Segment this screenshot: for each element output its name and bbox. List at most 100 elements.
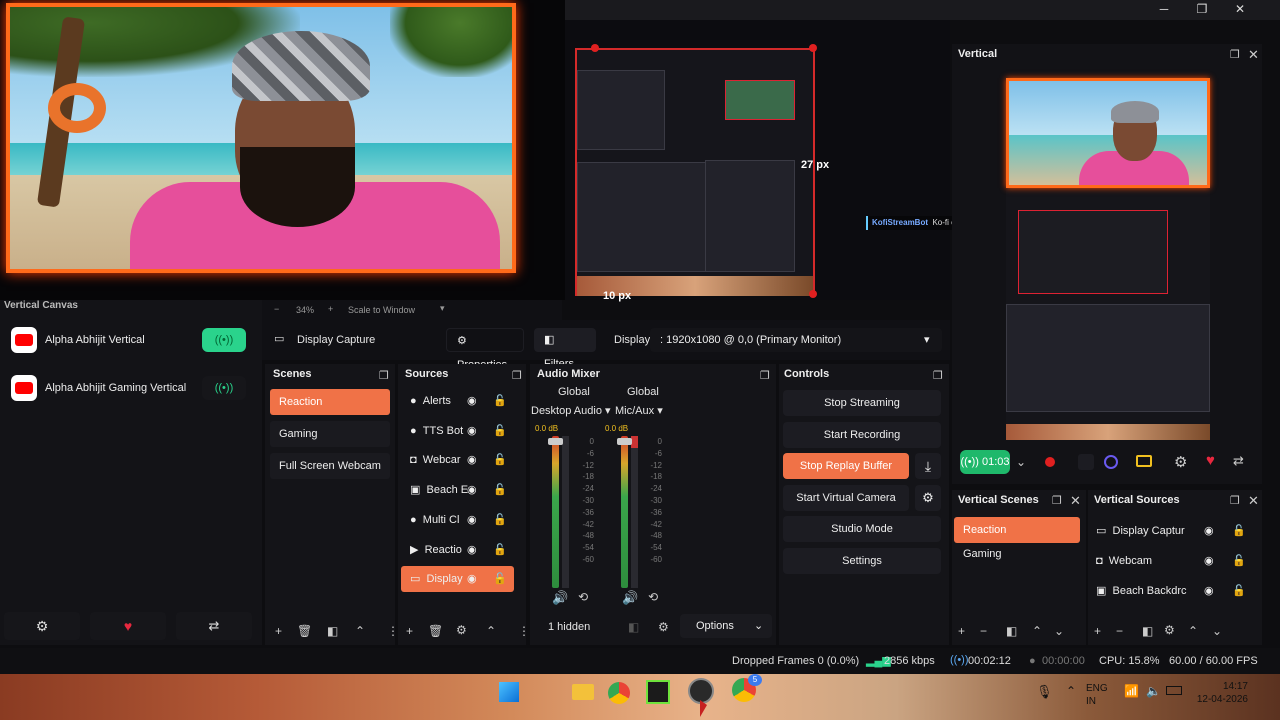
hidden-count[interactable]: 1 hidden [548,621,590,633]
eye-icon[interactable]: ◉ [467,477,477,503]
eye-icon[interactable]: ◉ [467,447,477,473]
chevron-down-icon[interactable]: ⌄ [1054,624,1064,638]
options-button[interactable]: Options ⌄ [680,614,772,638]
source-item[interactable]: ● Alerts ◉ 🔓 [401,388,514,414]
source-item[interactable]: ● Multi Cl ◉ 🔓 [401,507,514,533]
speaker-icon[interactable]: 🔊 [622,590,638,606]
lock-icon[interactable]: 🔓 [493,477,507,503]
add-icon[interactable]: + [275,624,282,638]
heart-icon[interactable]: ♥ [1206,452,1215,469]
eye-icon[interactable]: ◉ [467,507,477,533]
scene-item-gaming[interactable]: Gaming [270,421,390,447]
undock-icon[interactable]: ❐ [512,369,522,382]
lock-icon[interactable]: 🔓 [493,447,507,473]
gear-icon[interactable]: ⚙ [1164,623,1175,637]
restore-button[interactable]: ❐ [1183,0,1221,20]
stop-replay-buffer-button[interactable]: Stop Replay Buffer [783,453,909,479]
vertical-source-item[interactable]: ▭ Display Captur ◉ 🔓 [1096,518,1256,544]
windows-start-icon[interactable] [499,682,519,702]
record-icon[interactable] [1045,457,1055,467]
chevron-down-icon[interactable]: ⌄ [1016,455,1026,469]
properties-button[interactable]: ⚙ Properties [446,328,524,371]
monitor-icon[interactable]: ⟲ [648,590,658,604]
remove-icon[interactable]: − [1116,624,1123,638]
chrome-icon[interactable] [608,682,630,704]
lock-icon[interactable]: 🔓 [493,507,507,533]
close-button[interactable]: ✕ [1221,0,1259,20]
filters-button[interactable]: ◧ Filters [534,328,596,370]
channel-select[interactable]: Desktop Audio ▾ [531,404,611,417]
undock-icon[interactable]: ❐ [379,369,389,382]
add-icon[interactable]: + [406,624,413,638]
start-virtual-camera-button[interactable]: Start Virtual Camera [783,485,909,511]
advanced-icon[interactable]: ⚙ [658,620,669,634]
zoom-in-button[interactable]: + [328,304,333,314]
vertical-source-item[interactable]: ◘ Webcam ◉ 🔓 [1096,548,1256,574]
undock-icon[interactable]: ❐ [933,369,943,382]
channel-select[interactable]: Mic/Aux ▾ [615,404,663,417]
eye-icon[interactable]: ◉ [467,566,477,592]
stream-toggle-off[interactable]: ((•)) [202,376,246,400]
stop-streaming-button[interactable]: Stop Streaming [783,390,941,416]
eye-icon[interactable]: ◉ [467,418,477,444]
lock-icon[interactable]: 🔓 [1232,518,1246,544]
chevron-up-icon[interactable]: ⌃ [486,624,496,638]
add-icon[interactable]: + [1094,624,1101,638]
scene-item-fullscreen-webcam[interactable]: Full Screen Webcam [270,453,390,479]
stream-toggle-on[interactable]: ((•)) [202,328,246,352]
virtual-camera-icon[interactable] [1136,455,1152,467]
lock-icon[interactable]: 🔓 [493,537,507,563]
volume-slider[interactable] [617,438,632,445]
chevron-up-icon[interactable]: ⌃ [1188,624,1198,638]
scale-mode[interactable]: Scale to Window [348,305,415,315]
volume-icon[interactable]: 🔈 [1146,684,1161,698]
studio-mode-button[interactable]: Studio Mode [783,516,941,542]
trash-icon[interactable]: 🗑 [428,624,443,638]
source-item[interactable]: ◘ Webcar ◉ 🔓 [401,447,514,473]
lock-icon[interactable]: 🔓 [493,418,507,444]
undock-icon[interactable]: ❐ [1230,494,1240,507]
chevron-down-icon[interactable]: ⌄ [1212,624,1222,638]
speaker-icon[interactable]: 🔊 [552,590,568,606]
close-icon[interactable]: ✕ [1248,493,1259,509]
language[interactable]: ENG IN [1086,682,1108,708]
source-item[interactable]: ▣ Beach E ◉ 🔓 [401,477,514,503]
replay-icon[interactable] [1104,455,1118,469]
save-replay-icon[interactable]: ⤓ [915,453,941,479]
transform-handle[interactable] [809,290,817,298]
filter-icon[interactable]: ◧ [628,620,639,634]
microphone-icon[interactable]: 🎙 [1036,684,1053,700]
source-item[interactable]: ▶ Reactio ◉ 🔓 [401,537,514,563]
chevron-up-icon[interactable]: ⌃ [1066,684,1076,698]
filter-icon[interactable]: ◧ [327,624,338,638]
more-icon[interactable]: ⋮ [518,624,530,638]
zoom-out-button[interactable]: − [274,304,279,314]
undock-icon[interactable]: ❐ [760,369,770,382]
transform-handle[interactable] [809,44,817,52]
transform-handle[interactable] [591,44,599,52]
eye-icon[interactable]: ◉ [1204,518,1214,544]
chevron-up-icon[interactable]: ⌃ [355,624,365,638]
undock-icon[interactable]: ❐ [1052,494,1062,507]
minimize-button[interactable]: ─ [1145,0,1183,20]
source-item[interactable]: ● TTS Bot ◉ 🔓 [401,418,514,444]
start-recording-button[interactable]: Start Recording [783,422,941,448]
wifi-icon[interactable]: 📶 [1124,684,1139,698]
share-icon[interactable]: ⇄ [176,612,252,640]
vertical-source-item[interactable]: ▣ Beach Backdrc ◉ 🔓 [1096,578,1256,604]
lock-icon[interactable]: 🔓 [493,566,507,592]
vertical-scene-item[interactable]: Reaction [954,517,1080,543]
chevron-up-icon[interactable]: ⌃ [1032,624,1042,638]
heart-icon[interactable]: ♥ [90,612,166,640]
stream-timer-pill[interactable]: ((•)) 01:03 [960,450,1010,474]
undock-icon[interactable]: ❐ [1230,48,1240,61]
system-clock[interactable]: 14:17 12-04-2026 [1192,680,1248,706]
source-item[interactable]: ▭ Display ◉ 🔓 [401,566,514,593]
filter-icon[interactable]: ◧ [1006,624,1017,638]
lock-icon[interactable]: 🔓 [1232,578,1246,604]
lock-icon[interactable]: 🔓 [1232,548,1246,574]
add-icon[interactable]: + [958,624,965,638]
monitor-icon[interactable]: ⟲ [578,590,588,604]
close-icon[interactable]: ✕ [1070,493,1081,509]
share-icon[interactable]: ⇄ [1233,453,1244,469]
